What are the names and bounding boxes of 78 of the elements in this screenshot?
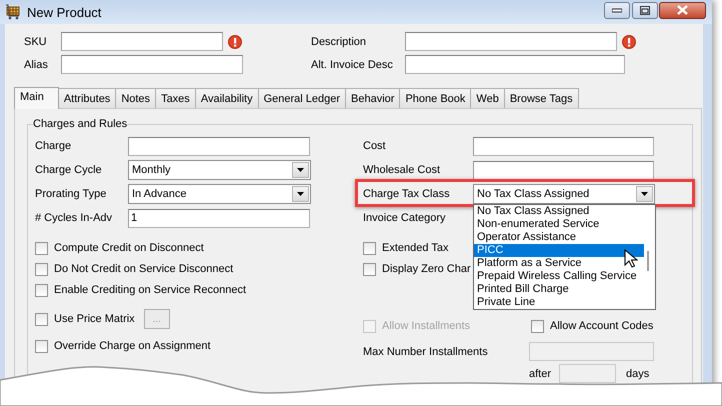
checkbox-label: Override Charge on Assignment (54, 340, 211, 352)
tab[interactable]: Phone Book (399, 88, 472, 108)
checkbox[interactable] (363, 242, 376, 254)
dropdown-button[interactable] (292, 186, 309, 202)
caret-icon (641, 192, 648, 196)
minimize-button[interactable] (604, 2, 630, 18)
input-field[interactable] (405, 55, 625, 74)
list-option[interactable]: Private Line (474, 296, 644, 309)
field-label: Alt. Invoice Desc (311, 58, 394, 70)
checkbox-label: Allow Installments (382, 320, 470, 332)
list-option[interactable]: PICC (474, 244, 644, 257)
input-field[interactable]: 1 (128, 208, 310, 228)
group-title: Charges and Rules (33, 118, 128, 130)
list-option[interactable]: Platform as a Service (474, 257, 644, 270)
tab[interactable]: Behavior (345, 88, 400, 108)
input-field[interactable] (473, 136, 654, 156)
list-option[interactable]: Non-enumerated Service (474, 218, 644, 231)
dropdown-field[interactable]: Monthly (128, 160, 311, 180)
dropdown-button[interactable] (292, 162, 309, 178)
list-option[interactable]: Prepaid Wireless Calling Service (474, 270, 644, 283)
tab[interactable]: Browse Tags (504, 88, 579, 108)
checkbox[interactable] (35, 242, 48, 254)
field-label: after (529, 368, 552, 380)
dropdown-field[interactable]: In Advance (128, 184, 311, 204)
checkbox-label: Enable Crediting on Service Reconnect (54, 284, 246, 296)
field-label: Max Number Installments (363, 346, 489, 358)
field-label: Description (311, 36, 368, 48)
tab[interactable]: General Ledger (258, 88, 346, 108)
checkbox[interactable] (363, 262, 376, 276)
input-field[interactable] (405, 32, 617, 51)
list-option[interactable]: Operator Assistance (474, 231, 644, 244)
list-option[interactable]: No Tax Class Assigned (474, 205, 644, 218)
cursor-icon (624, 249, 638, 268)
input-field[interactable] (559, 364, 616, 383)
field-label: Charge Cycle (35, 164, 103, 176)
checkbox[interactable] (35, 312, 48, 326)
caret-icon (297, 192, 304, 196)
list-option[interactable]: Printed Bill Charge (474, 283, 644, 296)
dropdown-button[interactable] (636, 186, 653, 202)
caret-icon (297, 168, 304, 172)
checkbox[interactable] (35, 284, 48, 296)
field-label: Prorating Type (35, 188, 108, 200)
input-field[interactable] (61, 32, 223, 51)
window-title: New Product (27, 4, 102, 20)
checkbox[interactable] (531, 320, 544, 332)
checkbox-label: Do Not Credit on Service Disconnect (54, 263, 234, 275)
field-label: Charge Tax Class (363, 188, 451, 200)
field-label: Charge (35, 140, 72, 152)
input-field[interactable] (473, 160, 654, 180)
scrollbar-thumb[interactable] (647, 251, 649, 271)
field-label: # Cycles In-Adv (35, 212, 114, 224)
maximize-icon (640, 6, 650, 14)
checkbox-label: Use Price Matrix (54, 313, 135, 325)
checkbox-label: Display Zero Char (382, 263, 471, 275)
tab[interactable]: Availability (194, 88, 259, 108)
field-label: Cost (363, 140, 387, 152)
maximize-button[interactable] (632, 2, 658, 18)
minimize-icon (612, 7, 622, 13)
tab[interactable]: Attributes (58, 88, 116, 108)
cart-icon (5, 4, 21, 20)
checkbox-label: Compute Credit on Disconnect (54, 242, 204, 254)
checkbox[interactable] (35, 340, 48, 352)
field-label: Alias (24, 58, 49, 70)
tab[interactable]: Web (470, 88, 505, 108)
field-label: SKU (24, 36, 48, 48)
field-label: Wholesale Cost (363, 164, 442, 176)
input-field[interactable] (128, 136, 310, 156)
close-icon (677, 5, 688, 15)
close-button[interactable] (659, 2, 706, 18)
checkbox-label: Allow Account Codes (550, 320, 654, 332)
field-label: Invoice Category (363, 212, 447, 224)
checkbox-label: Extended Tax (382, 242, 448, 254)
tab[interactable]: Main (14, 87, 59, 109)
tab[interactable]: Taxes (155, 88, 196, 108)
tab[interactable]: Notes (115, 88, 156, 108)
field-label: days (626, 368, 650, 380)
input-field[interactable] (61, 55, 243, 74)
checkbox[interactable] (35, 262, 48, 276)
